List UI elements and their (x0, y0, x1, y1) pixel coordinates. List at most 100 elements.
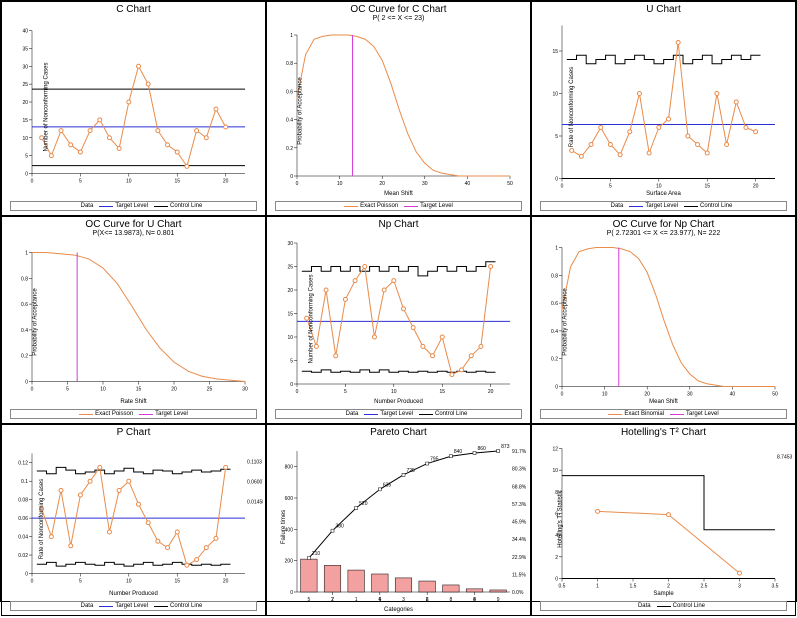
svg-text:2.5: 2.5 (701, 584, 708, 590)
svg-text:0.4: 0.4 (21, 328, 28, 334)
svg-text:0.08: 0.08 (18, 498, 28, 504)
plot-area: 2468020040060080057163284921038052063572… (269, 440, 528, 613)
svg-text:795: 795 (430, 457, 439, 463)
chart-cell-5: OC Curve for Np ChartP( 2.72301 <= X <= … (531, 216, 796, 424)
svg-text:725: 725 (407, 468, 416, 474)
svg-text:15: 15 (287, 312, 293, 318)
svg-text:0: 0 (561, 392, 564, 398)
svg-text:210: 210 (312, 551, 321, 557)
legend-item: Exact Poisson (79, 411, 133, 417)
plot-area: 0102030405000.20.40.60.81Probability of … (534, 239, 793, 405)
svg-text:80.3%: 80.3% (512, 467, 527, 473)
svg-text:91.7%: 91.7% (512, 449, 527, 455)
plot-area: 0510152000.020.040.060.080.10.120.11030.… (4, 440, 263, 597)
svg-text:5: 5 (79, 579, 82, 585)
legend: Exact Poisson Target Level (275, 201, 522, 211)
svg-text:1: 1 (25, 251, 28, 257)
svg-text:5: 5 (25, 154, 28, 160)
chart-cell-8: Hotelling's T² Chart0.511.522.533.502468… (531, 424, 796, 616)
chart-cell-6: P Chart0510152000.020.040.060.080.10.120… (1, 424, 266, 616)
svg-text:20: 20 (488, 389, 494, 395)
legend-label: Control Line (673, 603, 705, 609)
svg-text:0.02: 0.02 (18, 553, 28, 559)
svg-text:0: 0 (290, 174, 293, 180)
legend-label: Control Line (170, 603, 202, 609)
svg-text:1.5: 1.5 (630, 584, 637, 590)
svg-text:7: 7 (331, 597, 334, 603)
plot-area: 05101520051015202530Number of Nonconform… (269, 232, 528, 405)
chart-subtitle: P( 2.72301 <= X <= 23.977), N= 222 (532, 230, 795, 237)
svg-text:800: 800 (285, 465, 294, 471)
svg-text:10: 10 (391, 389, 397, 395)
svg-text:5: 5 (307, 597, 310, 603)
svg-text:1: 1 (555, 246, 558, 252)
svg-text:200: 200 (285, 559, 294, 565)
svg-text:5: 5 (66, 387, 69, 393)
svg-text:0.06: 0.06 (18, 516, 28, 522)
legend-item: Control Line (684, 203, 732, 209)
svg-text:10: 10 (337, 181, 343, 187)
svg-text:50: 50 (507, 181, 513, 187)
svg-text:30: 30 (687, 392, 693, 398)
svg-text:11.5%: 11.5% (512, 572, 526, 578)
svg-text:10: 10 (656, 184, 662, 190)
svg-text:25: 25 (207, 387, 213, 393)
svg-text:873: 873 (501, 444, 510, 450)
legend-label: Data (81, 603, 94, 609)
y-axis-label: Failure times (281, 509, 287, 543)
svg-text:0: 0 (296, 181, 299, 187)
chart-subtitle: P( 2 <= X <= 23) (267, 15, 530, 22)
legend-item: Data (65, 603, 94, 609)
legend: DataControl Line (540, 601, 787, 611)
chart-title: OC Curve for U Chart (2, 219, 265, 230)
chart-cell-2: U Chart05101520051015Rate of Nonconformi… (531, 1, 796, 216)
legend-item: Target Level (99, 603, 148, 609)
svg-text:380: 380 (336, 524, 345, 530)
x-axis-label: Surface Area (646, 191, 681, 197)
svg-text:10: 10 (602, 392, 608, 398)
x-axis-label: Sample (653, 591, 673, 597)
legend-label: Data (346, 411, 359, 417)
svg-text:0.04: 0.04 (18, 535, 28, 541)
svg-text:20: 20 (223, 179, 229, 185)
legend: DataTarget LevelControl Line (540, 201, 787, 211)
svg-text:22.9%: 22.9% (512, 555, 527, 561)
svg-text:0: 0 (290, 382, 293, 388)
svg-text:0.4: 0.4 (286, 118, 293, 124)
legend-item: Data (65, 203, 94, 209)
svg-text:15: 15 (439, 389, 445, 395)
svg-text:2: 2 (667, 584, 670, 590)
legend-item: Exact Poisson (344, 203, 398, 209)
svg-text:0.6: 0.6 (21, 302, 28, 308)
svg-text:0: 0 (31, 179, 34, 185)
svg-text:40: 40 (465, 181, 471, 187)
svg-text:0: 0 (296, 389, 299, 395)
svg-text:8: 8 (449, 597, 452, 603)
svg-text:10: 10 (552, 92, 558, 98)
svg-text:1: 1 (596, 584, 599, 590)
svg-text:20: 20 (22, 100, 28, 106)
x-axis-label: Mean Shift (649, 399, 678, 405)
svg-text:10: 10 (552, 468, 558, 474)
legend: Exact PoissonTarget Level (10, 409, 257, 419)
svg-text:50: 50 (772, 392, 778, 398)
svg-text:20: 20 (644, 392, 650, 398)
svg-text:5: 5 (555, 134, 558, 140)
svg-text:9: 9 (497, 597, 500, 603)
chart-title: OC Curve for C Chart (267, 4, 530, 15)
svg-text:0.8: 0.8 (551, 273, 558, 279)
legend: Exact BinomialTarget Level (540, 409, 787, 419)
legend-label: Data (611, 203, 624, 209)
svg-text:0: 0 (31, 579, 34, 585)
plot-area: 05101520051015Rate of Nonconforming Case… (534, 17, 793, 197)
y-axis-label: Probability of Acceptance (563, 288, 569, 355)
svg-text:0: 0 (25, 380, 28, 386)
svg-text:10: 10 (100, 387, 106, 393)
svg-text:0: 0 (31, 387, 34, 393)
legend-item: Target Level (404, 203, 453, 209)
svg-text:840: 840 (454, 449, 463, 455)
svg-text:25: 25 (287, 265, 293, 271)
svg-text:5: 5 (344, 389, 347, 395)
svg-text:3: 3 (738, 584, 741, 590)
svg-text:0.2: 0.2 (21, 354, 28, 360)
